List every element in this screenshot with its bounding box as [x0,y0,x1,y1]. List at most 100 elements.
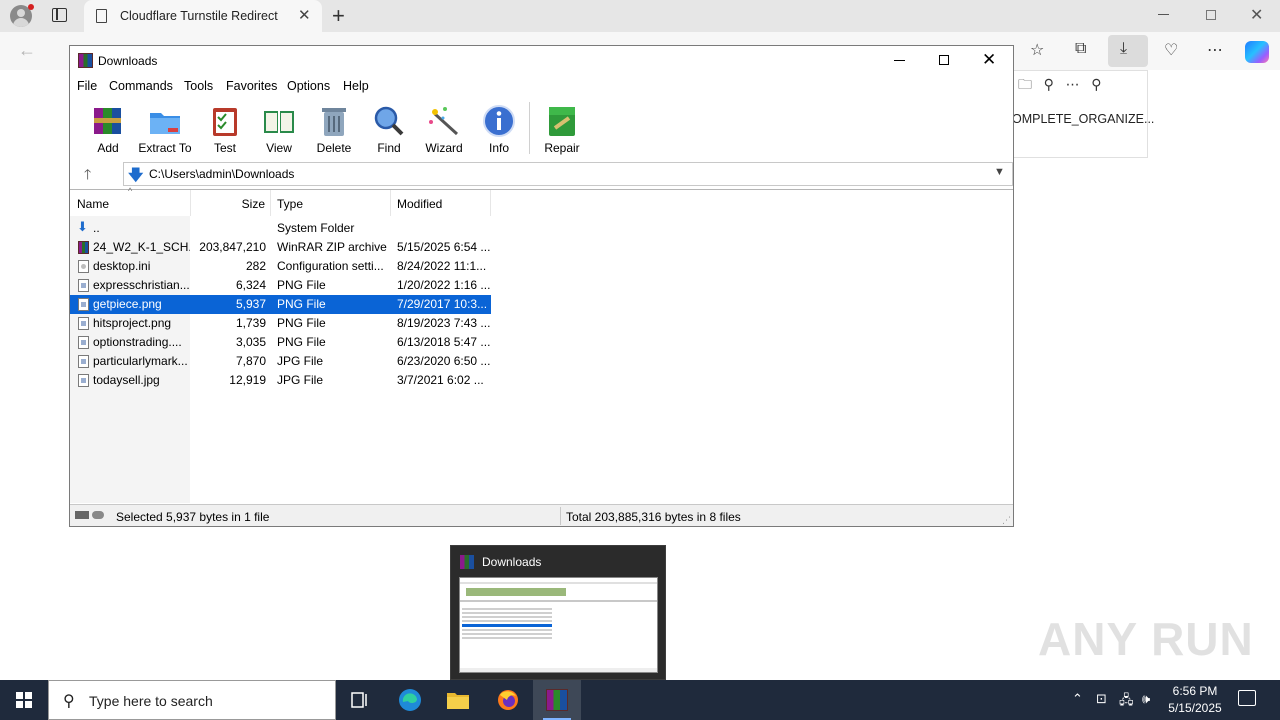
tab-actions-icon[interactable] [52,8,67,22]
menu-help[interactable]: Help [343,79,369,93]
close-tab-icon[interactable]: ✕ [298,6,311,24]
downloads-panel-file-name[interactable]: OMPLETE_ORGANIZE... [1012,112,1154,126]
clock-time: 6:56 PM [1172,684,1218,698]
taskbar-search-box[interactable]: ⚲ Type here to search [48,680,336,720]
downloads-button[interactable] [1108,35,1148,67]
find-button[interactable]: Find [361,102,417,156]
thumbnail-title: Downloads [482,555,542,569]
column-header-name[interactable]: ^ Name [70,186,191,216]
file-modified: 8/24/2022 11:1... [397,259,487,273]
menu-tools[interactable]: Tools [184,79,213,93]
download-icon[interactable]: ⤓ [1120,40,1127,58]
test-button[interactable]: Test [197,102,253,156]
thumb-row [462,633,552,635]
file-row[interactable]: expresschristian.... 6,324 PNG File 1/20/20… [70,276,491,295]
file-row[interactable]: todaysell.jpg 12,919 JPG File 3/7/2021 6:02… [70,371,491,390]
notification-center-icon[interactable] [1238,690,1256,706]
resize-grip-icon[interactable]: ⋰ [1002,515,1011,526]
file-row[interactable]: 24_W2_K-1_SCH... 203,847,210 WinRAR ZIP ar… [70,238,491,257]
edge-taskbar-button[interactable] [386,680,434,720]
up-folder-icon[interactable]: 🡑 [84,164,91,188]
add-button[interactable]: Add [80,102,136,156]
delete-button[interactable]: Delete [306,102,362,156]
search-icon: ⚲ [63,693,75,710]
file-modified: 3/7/2021 6:02 ... [397,373,484,387]
file-row[interactable]: desktop.ini 282 Configuration setti... 8/24… [70,257,491,276]
task-view-button[interactable] [336,680,384,720]
file-row[interactable]: getpiece.png 5,937 PNG File 7/29/2017 10:3.… [70,295,491,314]
file-name: getpiece.png [93,297,190,311]
column-header-modified[interactable]: Modified [391,190,491,216]
winrar-toolbar: Add Extract To Test View Delete Find Wiz… [70,98,1013,156]
windows-start-icon[interactable] [16,692,32,708]
menu-file[interactable]: File [77,79,97,93]
firefox-icon [498,690,518,710]
file-modified: 6/13/2018 5:47 ... [397,335,490,349]
file-size: 282 [245,259,266,273]
file-row[interactable]: hitsproject.png 1,739 PNG File 8/19/2023 7:… [70,314,491,333]
file-row[interactable]: .. System Folder [70,219,491,238]
browser-tab[interactable]: Cloudflare Turnstile Redirect ✕ [84,0,322,32]
menu-commands[interactable]: Commands [109,79,173,93]
info-button[interactable]: Info [471,102,527,156]
delete-label: Delete [316,141,352,155]
image-file-icon [78,317,89,330]
favorites-star-icon[interactable]: ☆ [1030,40,1044,60]
edge-icon [399,689,421,711]
file-row[interactable]: optionstrading.... 3,035 PNG File 6/13/2018… [70,333,491,352]
browser-minimize-icon[interactable] [1158,14,1169,15]
page-icon [96,9,107,23]
firefox-taskbar-button[interactable] [484,680,532,720]
path-field[interactable]: 🡇 C:\Users\admin\Downloads ▼ [123,162,1013,186]
winrar-app-icon [78,53,93,68]
new-tab-icon[interactable]: + [332,3,345,29]
volume-icon[interactable]: 🕪 [1142,691,1150,707]
column-header-size[interactable]: Size [191,190,271,216]
chevron-down-icon[interactable]: ▼ [994,166,1005,178]
browser-close-icon[interactable]: ✕ [1250,5,1263,25]
thumb-status [460,668,657,672]
browser-tab-strip: Cloudflare Turnstile Redirect ✕ + ✕ [0,0,1280,32]
show-hidden-icons-icon[interactable]: ⌃ [1072,691,1083,707]
taskbar-clock[interactable]: 6:56 PM 5/15/2025 [1160,683,1230,717]
image-file-icon [78,279,89,292]
wizard-button[interactable]: Wizard [416,102,472,156]
file-name: desktop.ini [93,259,151,273]
file-explorer-taskbar-button[interactable] [434,680,482,720]
minimize-icon[interactable] [894,60,905,61]
sort-ascending-icon: ^ [128,186,133,196]
rar-file-icon [78,241,89,254]
meet-now-icon[interactable]: ⊡ [1096,691,1107,707]
file-name: todaysell.jpg [93,373,160,387]
file-type: System Folder [277,221,355,235]
winrar-taskbar-button[interactable] [533,680,581,720]
repair-button[interactable]: Repair [534,102,590,156]
winrar-window: Downloads ✕ File Commands Tools Favorite… [69,45,1014,527]
more-menu-icon[interactable]: ⋯ [1207,40,1223,60]
image-file-icon [78,298,89,311]
menu-favorites[interactable]: Favorites [226,79,277,93]
browser-essentials-icon[interactable]: ♡ [1164,40,1178,60]
extract-to-button[interactable]: Extract To [137,102,193,156]
toolbar-separator [529,102,530,154]
file-type: PNG File [277,335,326,349]
file-name: 24_W2_K-1_SCH... [93,240,190,254]
close-icon[interactable]: ✕ [982,50,996,70]
view-button[interactable]: View [251,102,307,156]
copilot-icon[interactable] [1245,41,1269,63]
collections-icon[interactable]: ⧉ [1075,40,1086,58]
maximize-icon[interactable] [939,55,949,65]
wizard-wand-icon [429,107,459,136]
downloads-panel-icons[interactable]: 🗀 ⚲ ⋯ ⚲ [1018,74,1102,98]
taskbar-thumbnail-preview[interactable]: Downloads [450,545,666,680]
file-row[interactable]: particularlymark... 7,870 JPG File 6/23/202… [70,352,491,371]
back-arrow-icon[interactable]: ← [18,40,36,61]
browser-restore-icon[interactable] [1206,10,1216,20]
menu-options[interactable]: Options [287,79,330,93]
drive-key-icon [75,511,104,519]
up-folder-file-icon [77,219,89,235]
column-header-type[interactable]: Type [271,190,391,216]
network-icon[interactable]: 🖧 [1119,691,1134,713]
column-header-size-label: Size [241,197,265,211]
file-modified: 8/19/2023 7:43 ... [397,316,490,330]
